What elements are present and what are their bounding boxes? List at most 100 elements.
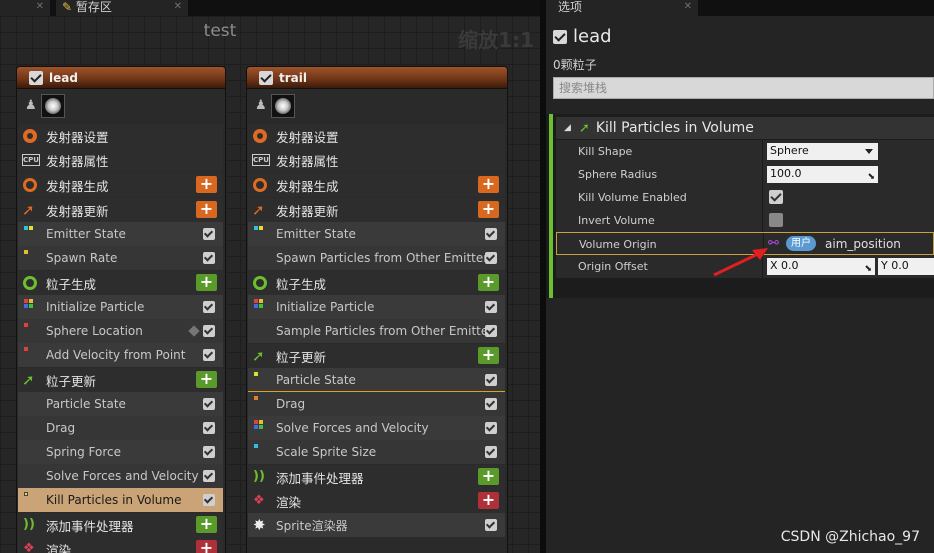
module-enable-checkbox[interactable]	[485, 519, 497, 531]
module-enable-checkbox[interactable]	[203, 494, 215, 506]
add-module-button[interactable]: +	[196, 176, 217, 193]
kill-volume-enabled-checkbox[interactable]	[769, 190, 783, 204]
row-label: Scale Sprite Size	[276, 445, 377, 459]
module-particle-state[interactable]: Particle State	[248, 368, 505, 392]
module-solve-forces-and-velocity[interactable]: Solve Forces and Velocity	[18, 464, 223, 488]
tab-previous[interactable]: ✕	[0, 0, 50, 16]
section-emitter-settings[interactable]: 发射器设置	[248, 124, 505, 148]
origin-offset-x-input[interactable]: X 0.0 ⬊	[767, 258, 875, 275]
add-module-button[interactable]: +	[196, 201, 217, 218]
add-module-button[interactable]: +	[196, 371, 217, 388]
add-module-button[interactable]: +	[478, 201, 499, 218]
section-render[interactable]: ❖ 渲染 +	[248, 489, 505, 513]
section-particle-update[interactable]: ➚ 粒子更新 +	[248, 344, 505, 368]
module-spawn-particles-from-other-emitter[interactable]: Spawn Particles from Other Emitter	[248, 246, 505, 270]
module-enable-checkbox[interactable]	[485, 422, 497, 434]
module-enable-checkbox[interactable]	[485, 398, 497, 410]
module-sphere-location[interactable]: Sphere Location	[18, 319, 223, 343]
emitter-enable-checkbox[interactable]	[553, 29, 567, 44]
kill-shape-dropdown[interactable]: Sphere	[767, 143, 878, 160]
module-enable-checkbox[interactable]	[203, 422, 215, 434]
section-add-event-handler[interactable]: )) 添加事件处理器 +	[248, 465, 505, 489]
tab-options-label: 选项	[558, 0, 583, 14]
emitter-node-trail[interactable]: trail ♟ 发射器设置 CPU 发射器属性 发射器生成 + ➚ 发射器更新 …	[246, 66, 508, 553]
add-module-button[interactable]: +	[196, 516, 217, 533]
section-render[interactable]: ❖ 渲染 +	[18, 537, 223, 553]
module-enable-checkbox[interactable]	[485, 228, 497, 240]
tab-scratch-pad[interactable]: ✎ 暂存区 ✕	[56, 0, 188, 16]
particle-count: 0颗粒子	[553, 58, 597, 72]
emitter-enable-checkbox[interactable]	[259, 70, 273, 85]
module-enable-checkbox[interactable]	[485, 374, 497, 386]
section-emitter-spawn[interactable]: 发射器生成 +	[18, 173, 223, 197]
add-module-button[interactable]: +	[196, 274, 217, 291]
add-module-button[interactable]: +	[196, 540, 217, 553]
module-initialize-particle[interactable]: Initialize Particle	[18, 295, 223, 319]
system-graph[interactable]: test 缩放1:1 lead ♟ 发射器设置 CPU 发射器属性 发射器生成 …	[0, 16, 540, 553]
section-emitter-properties[interactable]: CPU 发射器属性	[248, 148, 505, 172]
module-enable-checkbox[interactable]	[485, 325, 497, 337]
row-label: Particle State	[276, 372, 356, 387]
module-enable-checkbox[interactable]	[485, 446, 497, 458]
module-enable-checkbox[interactable]	[203, 446, 215, 458]
search-stack-input[interactable]: 搜索堆栈	[553, 77, 934, 99]
tab-options[interactable]: 选项 ✕	[546, 0, 698, 16]
module-enable-checkbox[interactable]	[203, 252, 215, 264]
section-particle-spawn[interactable]: 粒子生成 +	[18, 271, 223, 295]
module-enable-checkbox[interactable]	[203, 470, 215, 482]
module-enable-checkbox[interactable]	[203, 349, 215, 361]
collapse-triangle-icon[interactable]: ◢	[564, 123, 571, 133]
add-module-button[interactable]: +	[478, 468, 499, 485]
section-emitter-update[interactable]: ➚ 发射器更新 +	[248, 198, 505, 222]
module-add-velocity-from-point[interactable]: Add Velocity from Point	[18, 343, 223, 367]
module-sprite-renderer[interactable]: ✸ Sprite渲染器	[248, 513, 505, 537]
module-drag[interactable]: Drag	[18, 416, 223, 440]
section-add-event-handler[interactable]: )) 添加事件处理器 +	[18, 513, 223, 537]
section-emitter-update[interactable]: ➚ 发射器更新 +	[18, 198, 223, 222]
chevron-down-icon	[865, 149, 873, 154]
add-module-button[interactable]: +	[478, 274, 499, 291]
module-drag[interactable]: Drag	[248, 392, 505, 416]
emitter-node-lead[interactable]: lead ♟ 发射器设置 CPU 发射器属性 发射器生成 + ➚ 发射器更新 +…	[16, 66, 226, 553]
emitter-enable-checkbox[interactable]	[29, 70, 43, 85]
origin-offset-y-input[interactable]: Y 0.0	[878, 258, 934, 275]
emitter-thumbnail-row: ♟	[17, 89, 225, 123]
close-icon[interactable]: ✕	[36, 0, 44, 14]
section-particle-spawn[interactable]: 粒子生成 +	[248, 271, 505, 295]
add-module-button[interactable]: +	[478, 492, 499, 509]
module-spring-force[interactable]: Spring Force	[18, 440, 223, 464]
add-module-button[interactable]: +	[478, 176, 499, 193]
module-scale-sprite-size[interactable]: Scale Sprite Size	[248, 440, 505, 464]
emitter-header[interactable]: lead	[17, 67, 225, 89]
module-enable-checkbox[interactable]	[485, 301, 497, 313]
module-solve-forces-and-velocity[interactable]: Solve Forces and Velocity	[248, 416, 505, 440]
module-kill-particles-in-volume[interactable]: Kill Particles in Volume	[18, 488, 223, 512]
emitter-header[interactable]: trail	[247, 67, 507, 89]
section-emitter-settings[interactable]: 发射器设置	[18, 124, 223, 148]
section-emitter-properties[interactable]: CPU 发射器属性	[18, 148, 223, 172]
module-sample-particles-from-other-emitter[interactable]: Sample Particles from Other Emitter	[248, 319, 505, 343]
input-value: 100.0	[770, 167, 802, 180]
row-label: 粒子更新	[276, 349, 327, 365]
module-spawn-rate[interactable]: Spawn Rate	[18, 246, 223, 270]
linked-parameter[interactable]: aim_position	[825, 237, 901, 251]
module-enable-checkbox[interactable]	[203, 228, 215, 240]
panel-title: lead	[573, 26, 612, 47]
module-particle-state[interactable]: Particle State	[18, 392, 223, 416]
module-emitter-state[interactable]: Emitter State	[248, 222, 505, 246]
invert-volume-checkbox[interactable]	[769, 213, 783, 227]
module-enable-checkbox[interactable]	[203, 325, 215, 337]
section-emitter-spawn[interactable]: 发射器生成 +	[248, 173, 505, 197]
module-enable-checkbox[interactable]	[203, 301, 215, 313]
sphere-radius-input[interactable]: 100.0 ⬊	[767, 166, 878, 183]
module-initialize-particle[interactable]: Initialize Particle	[248, 295, 505, 319]
close-icon[interactable]: ✕	[684, 0, 692, 14]
add-module-button[interactable]: +	[478, 347, 499, 364]
module-enable-checkbox[interactable]	[485, 252, 497, 264]
close-icon[interactable]: ✕	[174, 0, 182, 14]
module-header[interactable]: ◢ ➚ Kill Particles in Volume	[556, 117, 934, 139]
module-emitter-state[interactable]: Emitter State	[18, 222, 223, 246]
section-particle-update[interactable]: ➚ 粒子更新 +	[18, 368, 223, 392]
module-enable-checkbox[interactable]	[203, 398, 215, 410]
dropdown-value: Sphere	[770, 144, 809, 157]
